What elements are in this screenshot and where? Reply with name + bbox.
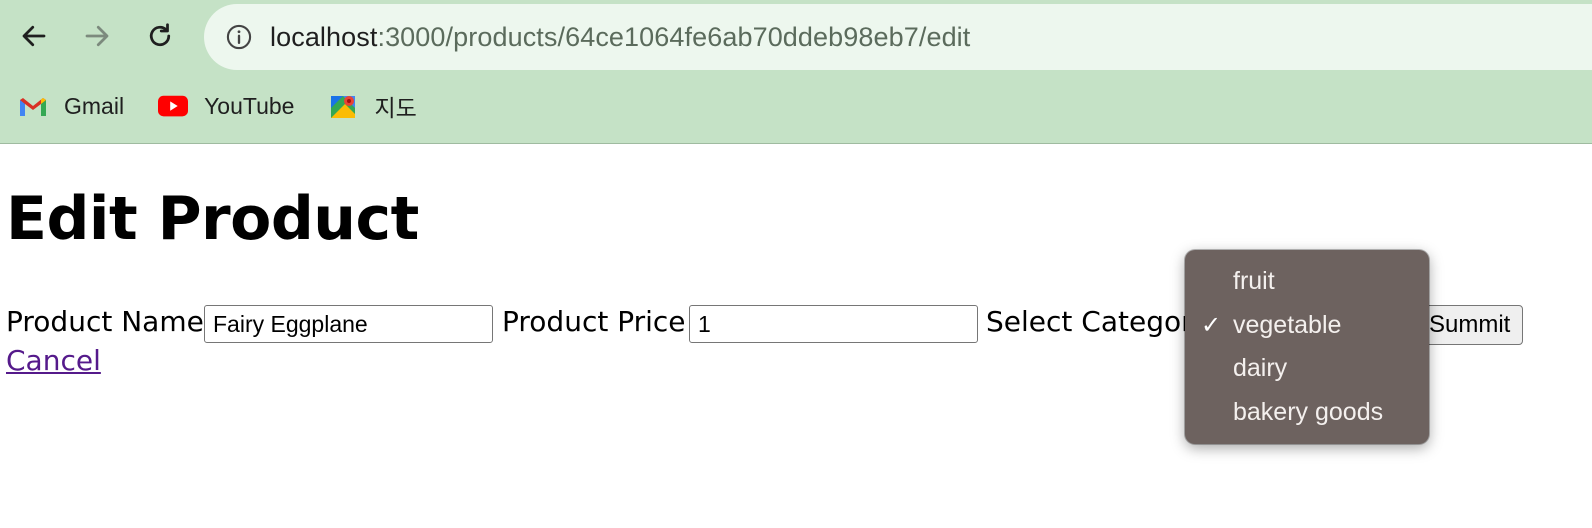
url-host: localhost — [270, 21, 378, 52]
maps-icon — [328, 91, 358, 121]
back-button[interactable] — [12, 14, 56, 58]
submit-button[interactable]: Summit — [1416, 305, 1524, 345]
category-option-bakery-goods[interactable]: bakery goods — [1185, 391, 1429, 435]
product-price-input[interactable] — [689, 305, 978, 343]
cancel-link[interactable]: Cancel — [6, 344, 101, 377]
option-label: bakery goods — [1233, 397, 1384, 426]
gmail-icon — [18, 91, 48, 121]
option-label: dairy — [1233, 354, 1288, 382]
bookmark-youtube[interactable]: YouTube — [158, 91, 294, 121]
checkmark-icon: ✓ — [1201, 311, 1222, 339]
category-option-vegetable[interactable]: ✓ vegetable — [1185, 304, 1429, 348]
option-label: fruit — [1233, 267, 1275, 295]
youtube-icon — [158, 91, 189, 121]
product-name-label: Product Name — [6, 305, 204, 338]
address-bar[interactable]: localhost:3000/products/64ce1064fe6ab70d… — [204, 4, 1592, 70]
product-price-label: Product Price — [502, 305, 686, 338]
reload-button[interactable] — [138, 14, 182, 58]
category-dropdown-menu: fruit ✓ vegetable dairy bakery goods — [1185, 250, 1429, 444]
bookmark-label: 지도 — [374, 95, 417, 121]
url-path: :3000/products/64ce1064fe6ab70ddeb98eb7/… — [377, 21, 971, 52]
category-option-dairy[interactable]: dairy — [1185, 347, 1429, 391]
forward-arrow-icon — [85, 25, 109, 47]
bookmark-gmail[interactable]: Gmail — [18, 91, 124, 121]
page-title: Edit Product — [6, 184, 419, 254]
option-label: vegetable — [1233, 310, 1342, 339]
browser-chrome: localhost:3000/products/64ce1064fe6ab70d… — [0, 0, 1592, 144]
bookmark-maps[interactable]: 지도 — [328, 89, 417, 123]
bookmarks-bar: Gmail YouTube 지도 — [0, 84, 433, 128]
url-text: localhost:3000/products/64ce1064fe6ab70d… — [270, 22, 970, 53]
site-info-icon[interactable] — [224, 22, 254, 52]
back-arrow-icon — [22, 25, 46, 47]
bookmark-label: YouTube — [204, 92, 295, 119]
category-label: Select Category — [986, 305, 1210, 338]
reload-icon — [149, 23, 171, 47]
bookmark-label: Gmail — [64, 92, 125, 119]
forward-button[interactable] — [75, 14, 119, 58]
category-option-fruit[interactable]: fruit — [1185, 260, 1429, 304]
product-name-input[interactable] — [204, 305, 493, 343]
